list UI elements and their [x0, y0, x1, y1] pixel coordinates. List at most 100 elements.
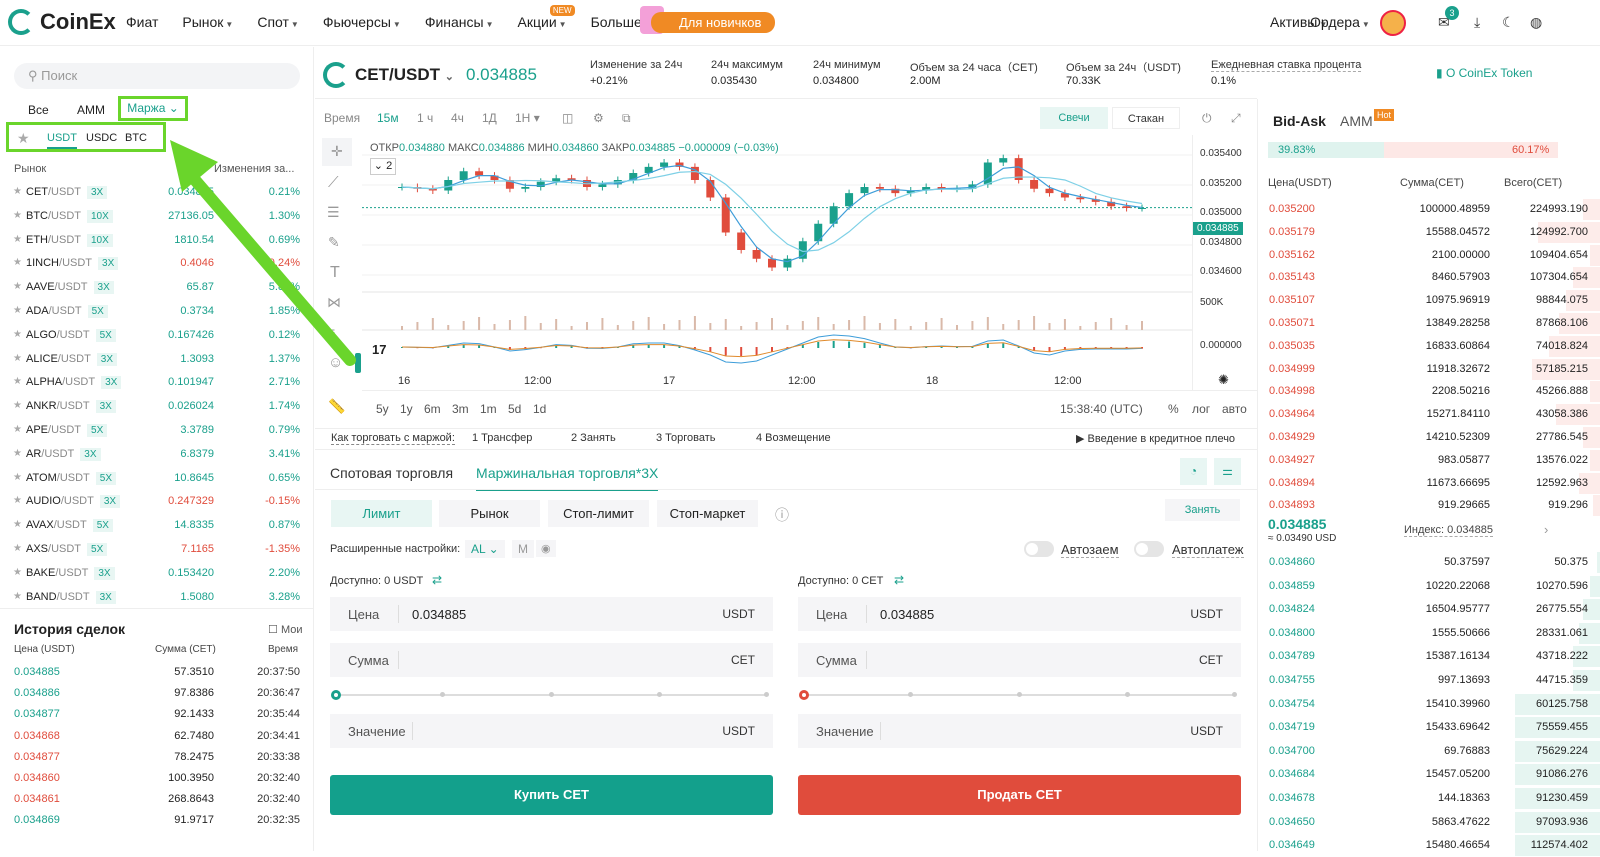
interval-1w[interactable]: 1Н ▾ — [515, 111, 540, 125]
ask-row[interactable]: 0.035162 2100.00000 109404.654 — [1258, 244, 1600, 267]
buy-value-field[interactable]: ЗначениеUSDT — [330, 714, 773, 748]
market-row[interactable]: ★ ANKR/USDT3X 0.026024 1.74% — [0, 394, 314, 418]
candles-view-button[interactable]: Свечи — [1040, 107, 1108, 129]
star-icon[interactable]: ★ — [13, 329, 22, 340]
transfer-icon[interactable]: ⇄ — [894, 573, 904, 587]
moon-icon[interactable]: ☾ — [1502, 14, 1515, 31]
power-icon[interactable]: ⏻ — [1202, 111, 1212, 126]
sliders-icon[interactable]: ⚌ — [1214, 458, 1241, 485]
order-type-stop-limit[interactable]: Стоп-лимит — [548, 500, 649, 527]
star-icon[interactable]: ★ — [13, 305, 22, 316]
star-icon[interactable]: ★ — [13, 281, 22, 292]
ask-row[interactable]: 0.035143 8460.57903 107304.654 — [1258, 266, 1600, 289]
about-coinex-token-link[interactable]: ▮ О CoinEx Token — [1436, 66, 1532, 80]
quote-usdt[interactable]: USDT — [47, 132, 77, 149]
leverage-intro-link[interactable]: ▶ Введение в кредитное плечо — [1076, 432, 1235, 445]
bid-row[interactable]: 0.034860 50.37597 50.375 — [1258, 551, 1600, 574]
sell-value-field[interactable]: ЗначениеUSDT — [798, 714, 1241, 748]
tab-margin[interactable]: Маржа ⌄ — [118, 96, 188, 121]
bid-row[interactable]: 0.034700 69.76883 75629.224 — [1258, 740, 1600, 763]
buy-price-field[interactable]: Цена0.034885USDT — [330, 597, 773, 631]
star-icon[interactable]: ★ — [13, 353, 22, 364]
sell-price-field[interactable]: Цена0.034885USDT — [798, 597, 1241, 631]
bid-row[interactable]: 0.034649 15480.46654 112574.402 — [1258, 834, 1600, 857]
star-icon[interactable]: ★ — [13, 591, 22, 602]
sell-amount-field[interactable]: СуммаCET — [798, 643, 1241, 677]
interval-15m[interactable]: 15м — [377, 111, 399, 125]
tab-spot-trading[interactable]: Спотовая торговля — [330, 465, 453, 481]
chart-settings-icon[interactable]: ✺ — [1218, 372, 1229, 388]
bid-row[interactable]: 0.034800 1555.50666 28331.061 — [1258, 622, 1600, 645]
order-type-limit[interactable]: Лимит — [331, 500, 432, 527]
market-row[interactable]: ★ AVAX/USDT5X 14.8335 0.87% — [0, 513, 314, 537]
interval-4h[interactable]: 4ч — [451, 111, 464, 125]
market-row[interactable]: ★ AUDIO/USDT3X 0.247329 -0.15% — [0, 489, 314, 513]
gear-icon[interactable]: ⚙ — [593, 111, 604, 125]
scale-log[interactable]: лог — [1192, 402, 1210, 416]
nav-fiat[interactable]: Фиат — [126, 14, 158, 30]
range-1y[interactable]: 1y — [400, 402, 413, 416]
ask-row[interactable]: 0.034893 919.29665 919.296 — [1258, 494, 1600, 517]
auto-loan-toggle[interactable] — [1024, 541, 1054, 557]
quote-btc[interactable]: BTC — [125, 132, 147, 144]
range-1m[interactable]: 1m — [480, 402, 497, 416]
nav-spot[interactable]: Спот▼ — [257, 14, 299, 30]
star-icon[interactable]: ★ — [13, 400, 22, 411]
advanced-al-select[interactable]: AL ⌄ — [465, 540, 505, 558]
star-icon[interactable]: ★ — [13, 519, 22, 530]
ask-row[interactable]: 0.035179 15588.04572 124992.700 — [1258, 221, 1600, 244]
quote-usdc[interactable]: USDC — [86, 132, 117, 144]
bid-row[interactable]: 0.034678 144.18363 91230.459 — [1258, 787, 1600, 810]
tab-amm[interactable]: AMM — [77, 103, 105, 117]
nav-market[interactable]: Рынок▼ — [182, 14, 233, 30]
ask-row[interactable]: 0.035035 16833.60864 74018.824 — [1258, 335, 1600, 358]
tab-all[interactable]: Все — [28, 103, 49, 117]
bid-row[interactable]: 0.034824 16504.95777 26775.554 — [1258, 598, 1600, 621]
range-6m[interactable]: 6m — [424, 402, 441, 416]
star-icon[interactable]: ★ — [13, 234, 22, 245]
ask-row[interactable]: 0.035200 100000.48959 224993.190 — [1258, 198, 1600, 221]
star-icon[interactable]: ★ — [13, 567, 22, 578]
nav-orders[interactable]: Ордера▼ — [1310, 14, 1370, 30]
range-5y[interactable]: 5y — [376, 402, 389, 416]
interval-1d[interactable]: 1Д — [482, 111, 497, 125]
transfer-icon[interactable]: ⇄ — [432, 573, 442, 587]
newcomer-promo-button[interactable]: Для новичков — [651, 12, 775, 33]
order-type-stop-market[interactable]: Стоп-маркет — [657, 500, 758, 527]
star-icon[interactable]: ★ — [13, 257, 22, 268]
tab-book-amm[interactable]: AMM — [1340, 113, 1373, 129]
market-row[interactable]: ★ ATOM/USDT5X 10.8645 0.65% — [0, 466, 314, 490]
star-icon[interactable]: ★ — [13, 424, 22, 435]
interval-1h[interactable]: 1 ч — [417, 111, 433, 125]
pie-chart-icon[interactable]: ◔ — [1180, 458, 1207, 485]
range-5d[interactable]: 5d — [508, 402, 521, 416]
ask-row[interactable]: 0.034929 14210.52309 27786.545 — [1258, 426, 1600, 449]
ask-row[interactable]: 0.034998 2208.50216 45266.888 — [1258, 380, 1600, 403]
fullscreen-icon[interactable]: ⤢ — [1231, 111, 1241, 126]
ask-row[interactable]: 0.034894 11673.66695 12592.963 — [1258, 472, 1600, 495]
star-icon[interactable]: ★ — [13, 448, 22, 459]
bid-row[interactable]: 0.034754 15410.39960 60125.758 — [1258, 693, 1600, 716]
bid-row[interactable]: 0.034684 15457.05200 91086.276 — [1258, 763, 1600, 786]
depth-view-button[interactable]: Стакан — [1112, 107, 1180, 129]
nav-finance[interactable]: Финансы▼ — [425, 14, 494, 30]
download-icon[interactable]: ⤓ — [1474, 14, 1480, 31]
ask-row[interactable]: 0.034927 983.05877 13576.022 — [1258, 449, 1600, 472]
bid-row[interactable]: 0.034755 997.13693 44715.359 — [1258, 669, 1600, 692]
bid-row[interactable]: 0.034719 15433.69642 75559.455 — [1258, 716, 1600, 739]
info-icon[interactable]: ⓘ — [775, 505, 789, 525]
star-icon[interactable]: ★ — [13, 210, 22, 221]
market-row[interactable]: ★ AXS/USDT5X 7.1165 -1.35% — [0, 537, 314, 561]
buy-slider-knob[interactable] — [331, 690, 341, 700]
star-icon[interactable]: ★ — [17, 130, 30, 147]
advanced-m-button[interactable]: M — [512, 540, 534, 558]
scale-auto[interactable]: авто — [1222, 402, 1247, 416]
globe-icon[interactable]: ◍ — [1530, 14, 1542, 31]
col-market[interactable]: Рынок — [14, 163, 46, 175]
ask-row[interactable]: 0.034964 15271.84110 43058.386 — [1258, 403, 1600, 426]
coinex-logo[interactable]: CoinEx — [8, 9, 116, 35]
sell-slider-knob[interactable] — [799, 690, 809, 700]
ask-row[interactable]: 0.034999 11918.32672 57185.215 — [1258, 358, 1600, 381]
bid-row[interactable]: 0.034859 10220.22068 10270.596 — [1258, 575, 1600, 598]
bid-row[interactable]: 0.034650 5863.47622 97093.936 — [1258, 811, 1600, 834]
